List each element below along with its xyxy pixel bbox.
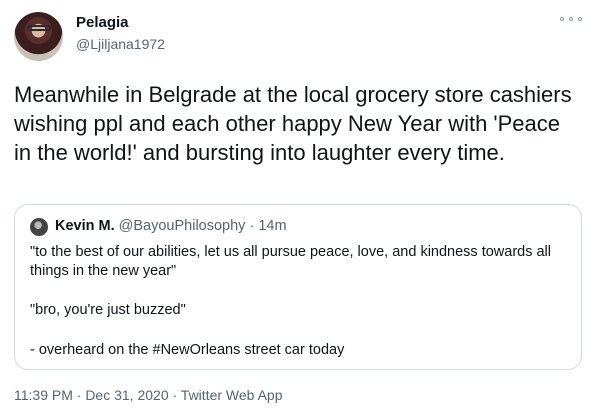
more-dot-icon [560,17,564,21]
author-name[interactable]: Pelagia [76,14,129,31]
separator-dot: · [249,218,255,234]
author-avatar[interactable] [14,12,63,61]
author-handle[interactable]: @Ljiljana1972 [76,36,165,52]
quoted-author-name[interactable]: Kevin M. [55,218,115,234]
quoted-author-handle[interactable]: @BayouPhilosophy [119,218,246,234]
quoted-author-avatar[interactable] [30,218,48,236]
quoted-text-line-3: - overheard on the #NewOrleans street ca… [30,342,345,358]
quoted-text-line-2: "bro, you're just buzzed" [30,302,186,318]
quoted-tweet[interactable]: Kevin M. @BayouPhilosophy · 14m "to the … [14,204,582,370]
quoted-text-line-1: "to the best of our abilities, let us al… [30,244,552,279]
tweet-card: Pelagia @Ljiljana1972 Meanwhile in Belgr… [0,0,598,417]
tweet-text: Meanwhile in Belgrade at the local groce… [14,82,578,165]
quoted-header: Kevin M. @BayouPhilosophy · 14m [55,218,287,234]
more-dot-icon [569,17,573,21]
more-dot-icon [578,17,582,21]
quoted-time[interactable]: 14m [258,218,286,234]
more-options-icon[interactable] [560,13,582,25]
tweet-footer[interactable]: 11:39 PM · Dec 31, 2020 · Twitter Web Ap… [14,387,282,403]
